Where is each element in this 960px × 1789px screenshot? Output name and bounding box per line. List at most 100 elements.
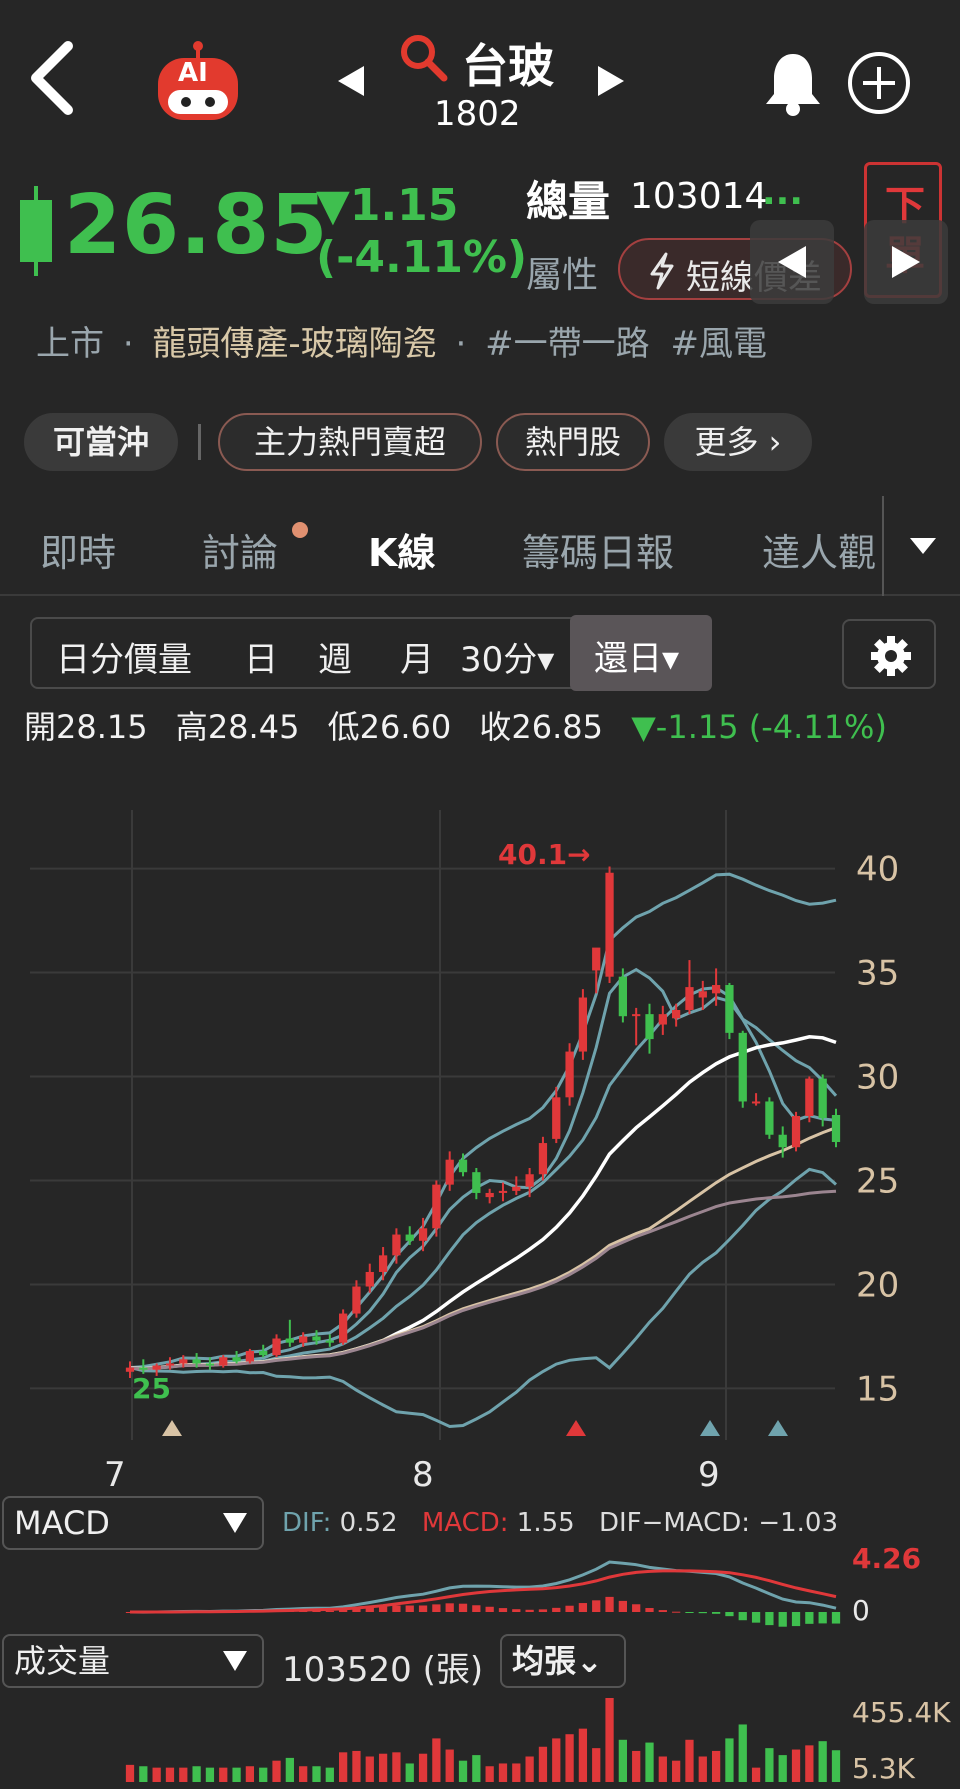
candle-body <box>765 1101 774 1135</box>
candle-body <box>618 976 627 1017</box>
macd-osc-bar <box>432 1604 441 1612</box>
volume-bar <box>498 1763 508 1782</box>
volume-bar <box>352 1750 361 1782</box>
ai-robot-icon[interactable]: AI <box>148 40 248 126</box>
period-30min[interactable]: 30分▾ <box>460 632 554 681</box>
chip-daytrade[interactable]: 可當沖 <box>24 413 178 471</box>
tab-realtime[interactable]: 即時 <box>40 522 116 577</box>
x-tick-label: 8 <box>412 1455 434 1495</box>
macd-osc-bar <box>445 1603 454 1612</box>
signal-triangle-sell <box>566 1420 586 1436</box>
market-label[interactable]: 上市 <box>36 324 104 364</box>
chart-next-overlay[interactable] <box>864 220 948 304</box>
volume-select[interactable]: 成交量 <box>2 1634 264 1688</box>
avg-volume-label: 均張⌄ <box>512 1642 603 1680</box>
volume-bar <box>778 1755 787 1782</box>
chip-hot-stock[interactable]: 熱門股 <box>496 413 650 471</box>
back-icon[interactable] <box>22 38 82 118</box>
ma60-line <box>129 1126 837 1371</box>
tab-expert[interactable]: 達人觀 <box>762 522 882 577</box>
macd-osc-bar <box>472 1605 481 1612</box>
chip-label: 可當沖 <box>52 423 149 461</box>
chip-more[interactable]: 更多 › <box>664 413 812 471</box>
candle-body <box>525 1174 534 1187</box>
macd-osc-bar <box>552 1607 561 1612</box>
bell-icon[interactable] <box>762 50 824 116</box>
macd-osc-bar <box>618 1600 627 1612</box>
candle-body <box>805 1078 814 1117</box>
macd-osc-bar <box>831 1612 841 1624</box>
y-tick-label: 15 <box>856 1369 899 1409</box>
chart-settings-button[interactable] <box>842 619 936 689</box>
signal-triangle-buy <box>162 1420 182 1436</box>
candle-body <box>672 1009 681 1019</box>
prev-stock-icon[interactable] <box>334 64 368 98</box>
period-day[interactable]: 日 <box>244 632 278 681</box>
macd-osc-bar <box>738 1612 747 1621</box>
macd-osc-bar <box>751 1612 761 1623</box>
macd-osc-bar <box>725 1612 734 1617</box>
candle-body <box>378 1255 388 1272</box>
chart-prev-overlay[interactable] <box>750 220 834 304</box>
dropdown-arrow-icon <box>223 1651 247 1671</box>
period-week[interactable]: 週 <box>318 632 352 681</box>
volume-bar <box>525 1756 534 1782</box>
bollinger-upper <box>129 872 837 1370</box>
tag-fengdian[interactable]: #風電 <box>670 324 767 364</box>
macd-osc-bar <box>765 1612 774 1626</box>
volume-bar <box>791 1749 801 1782</box>
candle-body <box>232 1357 241 1362</box>
volume-bar <box>831 1750 841 1782</box>
tag-yidaiyilu[interactable]: #一帶一路 <box>485 324 650 364</box>
min-price-marker: 25 <box>132 1372 171 1405</box>
open-value: 28.15 <box>56 708 148 746</box>
attribute-label: 屬性 <box>526 255 599 296</box>
macd-chart[interactable]: 4.26 0 <box>0 1540 960 1636</box>
candle-body <box>738 1032 747 1102</box>
chip-main-force-sell[interactable]: 主力熱門賣超 <box>218 413 482 471</box>
tab-chips-daily[interactable]: 籌碼日報 <box>522 522 674 577</box>
volume-bar <box>605 1698 614 1782</box>
tab-bar: 即時 討論 K線 籌碼日報 達人觀 <box>0 496 960 596</box>
macd-osc-bar <box>805 1612 814 1624</box>
volume-bar <box>312 1766 321 1782</box>
volume-bar <box>552 1738 561 1782</box>
volume-bar <box>378 1753 388 1782</box>
volume-bar <box>245 1766 255 1782</box>
candle-body <box>299 1336 308 1343</box>
close-label: 收 <box>479 708 512 746</box>
tab-divider <box>882 496 884 596</box>
volume-bar <box>485 1766 494 1782</box>
high-label: 高 <box>175 708 208 746</box>
period-adjusted-day[interactable]: 還日▾ <box>570 615 712 691</box>
industry-label[interactable]: 龍頭傳產-玻璃陶瓷 <box>152 324 436 364</box>
candle-body <box>165 1363 175 1366</box>
tab-more-icon[interactable] <box>908 534 938 558</box>
volume-bar <box>392 1752 401 1782</box>
candle-body <box>205 1363 215 1366</box>
volume-bar <box>565 1734 574 1782</box>
search-icon[interactable] <box>398 32 450 84</box>
macd-osc-bar <box>565 1605 574 1612</box>
candle-body <box>552 1097 561 1139</box>
avg-volume-select[interactable]: 均張⌄ <box>500 1634 626 1688</box>
candle-body <box>831 1114 841 1143</box>
next-stock-icon[interactable] <box>594 64 628 98</box>
tab-discussion[interactable]: 討論 <box>202 522 278 577</box>
tag-separator: · <box>455 324 467 364</box>
kline-chart[interactable]: 40 35 30 25 20 15 7 8 9 40.1→ 25 <box>0 780 960 1500</box>
candle-body <box>565 1051 574 1098</box>
stock-name[interactable]: 台玻 <box>462 30 554 96</box>
volume-bar <box>751 1767 761 1782</box>
macd-label: MACD: <box>421 1508 509 1538</box>
volume-chart[interactable]: 455.4K 5.3K <box>0 1690 960 1786</box>
period-month[interactable]: 月 <box>400 632 434 681</box>
macd-osc-bar <box>512 1609 521 1612</box>
volume-bar <box>578 1728 588 1782</box>
signal-triangle-1 <box>700 1420 720 1436</box>
chip-label: 主力熱門賣超 <box>253 423 446 461</box>
tab-kline[interactable]: K線 <box>368 522 435 577</box>
add-watchlist-icon[interactable] <box>846 50 912 116</box>
volume-bar <box>472 1755 481 1782</box>
period-intraday[interactable]: 日分價量 <box>56 632 192 681</box>
